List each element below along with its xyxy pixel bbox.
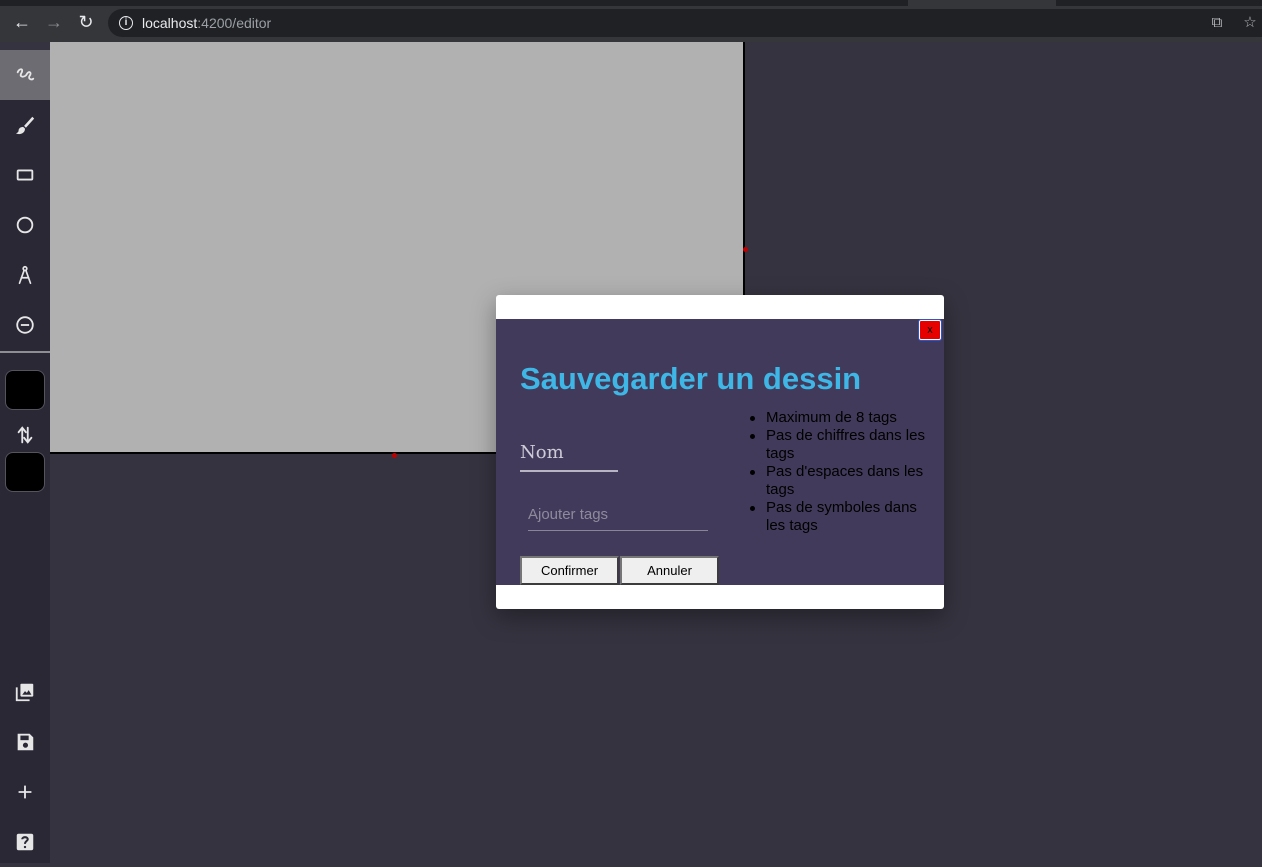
help-button[interactable] <box>0 817 50 867</box>
compass-icon <box>18 265 32 285</box>
tool-sidebar <box>0 50 50 863</box>
canvas-resize-handle-right[interactable] <box>743 247 748 252</box>
eraser-tool[interactable] <box>0 300 50 350</box>
list-item: Maximum de 8 tags <box>750 409 926 427</box>
save-button[interactable] <box>0 717 50 767</box>
translate-icon[interactable]: ⧉ <box>1208 14 1226 32</box>
tags-field <box>528 499 708 531</box>
name-input[interactable] <box>520 434 618 470</box>
canvas-resize-handle-bottom[interactable] <box>392 453 397 458</box>
plus-icon <box>18 785 32 799</box>
save-drawing-dialog: x Sauvegarder un dessin Maximum de 8 tag… <box>496 295 944 609</box>
active-tab[interactable] <box>908 0 1056 6</box>
bookmark-star-icon[interactable]: ☆ <box>1241 14 1259 32</box>
browser-toolbar: ← → ↻ i localhost:4200/editor ⧉ ☆ <box>0 0 1262 42</box>
rectangle-icon <box>16 169 34 181</box>
reload-icon: ↻ <box>78 12 94 32</box>
site-info-icon[interactable]: i <box>119 16 133 30</box>
url-text[interactable]: localhost:4200/editor <box>142 9 271 37</box>
list-item: Pas de chiffres dans les tags <box>750 427 925 462</box>
list-item: Pas de symboles dans les tags <box>750 499 926 535</box>
new-drawing-button[interactable] <box>0 767 50 817</box>
arrow-right-icon: → <box>45 12 63 32</box>
brush-icon <box>15 116 35 135</box>
forward-button[interactable]: → <box>44 12 64 32</box>
dialog-content: x Sauvegarder un dessin Maximum de 8 tag… <box>496 319 944 585</box>
primary-color-swatch[interactable] <box>5 370 45 410</box>
circle-icon <box>16 216 34 234</box>
toolbar-divider <box>0 351 50 353</box>
rectangle-tool[interactable] <box>0 150 50 200</box>
floppy-disk-icon <box>17 733 34 751</box>
scribble-icon <box>16 68 35 81</box>
name-field <box>520 434 618 472</box>
tag-rules-list: Maximum de 8 tags Pas de chiffres dans l… <box>750 409 926 535</box>
secondary-color-swatch[interactable] <box>5 452 45 492</box>
brush-tool[interactable] <box>0 100 50 150</box>
ellipse-tool[interactable] <box>0 200 50 250</box>
gallery-button[interactable] <box>0 667 50 717</box>
swap-vertical-icon <box>17 426 33 444</box>
url-host: localhost <box>142 15 198 31</box>
tab-strip <box>0 0 1262 6</box>
cancel-button[interactable]: Annuler <box>620 556 719 585</box>
help-icon <box>16 833 34 851</box>
url-path: :4200/editor <box>197 15 272 31</box>
close-button[interactable]: x <box>918 319 942 341</box>
back-button[interactable]: ← <box>12 12 32 32</box>
minus-circle-icon <box>16 316 34 334</box>
confirm-button[interactable]: Confirmer <box>520 556 619 585</box>
reload-button[interactable]: ↻ <box>76 12 96 32</box>
pencil-tool[interactable] <box>0 50 50 100</box>
address-bar[interactable]: i localhost:4200/editor ⧉ ☆ <box>108 9 1262 37</box>
dialog-title: Sauvegarder un dessin <box>520 361 862 396</box>
list-item: Pas d'espaces dans les tags <box>750 463 926 499</box>
tags-input[interactable] <box>528 499 708 530</box>
line-tool[interactable] <box>0 250 50 300</box>
image-library-icon <box>15 683 34 702</box>
arrow-left-icon: ← <box>13 12 31 32</box>
